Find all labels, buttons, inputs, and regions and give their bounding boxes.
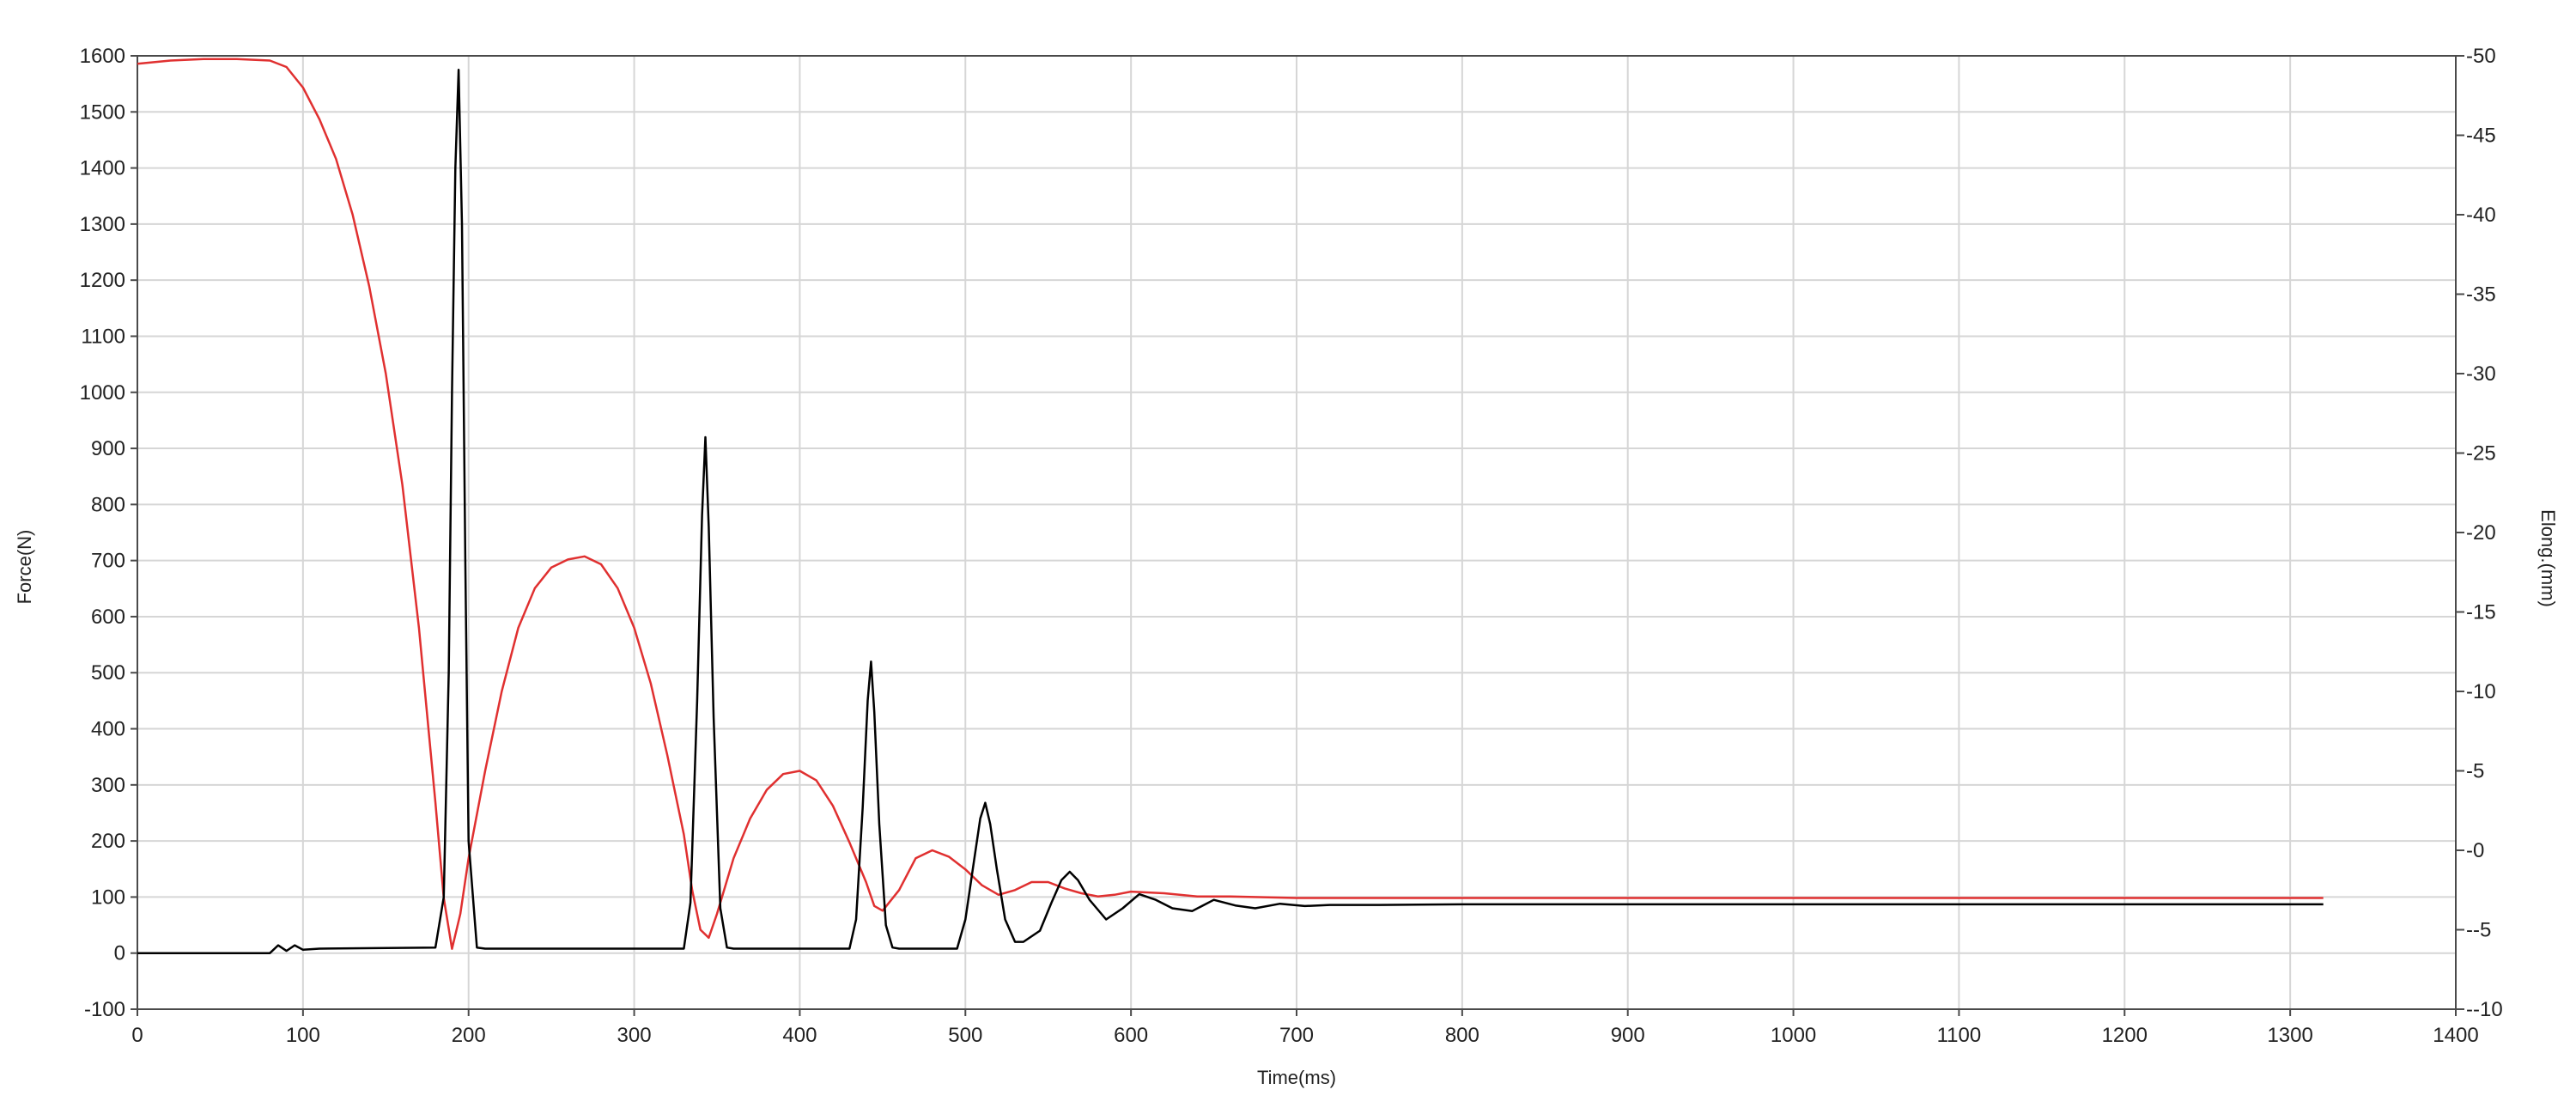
y-left-tick-label: 1200 — [80, 269, 125, 292]
y-right-axis-title: Elong.(mm) — [2537, 509, 2559, 607]
y-left-tick-label: -100 — [84, 998, 125, 1021]
y-left-tick-label: 200 — [91, 830, 125, 853]
y-left-tick-label: 500 — [91, 661, 125, 685]
x-tick-label: 500 — [948, 1024, 982, 1047]
x-tick-label: 1200 — [2102, 1024, 2148, 1047]
x-tick-label: 1300 — [2267, 1024, 2312, 1047]
y-left-tick-label: 0 — [114, 942, 125, 965]
y-left-tick-label: 300 — [91, 774, 125, 797]
x-axis-title: Time(ms) — [1257, 1067, 1336, 1088]
y-left-axis-title: Force(N) — [14, 530, 35, 605]
x-tick-label: 1000 — [1771, 1024, 1816, 1047]
y-left-tick-label: 1600 — [80, 45, 125, 68]
y-right-tick-label: -10 — [2466, 680, 2496, 703]
x-tick-label: 200 — [452, 1024, 486, 1047]
y-left-tick-label: 900 — [91, 437, 125, 460]
y-right-tick-label: -50 — [2466, 45, 2496, 68]
x-tick-label: 1100 — [1937, 1024, 1982, 1047]
y-left-tick-label: 800 — [91, 493, 125, 516]
y-left-tick-label: 700 — [91, 550, 125, 573]
force-elongation-chart: 0 100 200 300 400 500 600 700 800 900 1000 1100 1200… — [0, 0, 2576, 1116]
y-left-tick-label: 1300 — [80, 213, 125, 236]
x-tick-label: 800 — [1445, 1024, 1479, 1047]
y-left-tick-label: 1100 — [81, 325, 125, 348]
y-right-tick-label: -0 — [2466, 839, 2484, 862]
x-tick-label: 400 — [782, 1024, 817, 1047]
x-tick-label: 700 — [1279, 1024, 1314, 1047]
x-tick-label: 100 — [286, 1024, 320, 1047]
y-right-tick-label: -15 — [2466, 601, 2496, 624]
y-right-tick-label: -25 — [2466, 442, 2496, 466]
y-left-tick-label: 400 — [91, 718, 125, 741]
y-left-tick-label: 1400 — [80, 157, 125, 180]
x-tick-label: 900 — [1611, 1024, 1645, 1047]
y-right-tick-label: -5 — [2466, 760, 2484, 783]
y-left-tick-label: 600 — [91, 606, 125, 629]
x-tick-label: 0 — [131, 1024, 143, 1047]
y-left-tick-label: 1500 — [80, 100, 125, 124]
y-right-tick-label: -35 — [2466, 283, 2496, 307]
y-right-tick-label: -20 — [2466, 521, 2496, 545]
x-tick-label: 1400 — [2433, 1024, 2478, 1047]
y-left-tick-label: 100 — [91, 886, 125, 909]
y-right-tick-label: -45 — [2466, 125, 2496, 148]
x-tick-label: 300 — [617, 1024, 652, 1047]
x-tick-label: 600 — [1114, 1024, 1148, 1047]
y-right-tick-label: --5 — [2466, 919, 2491, 942]
chart-container: 0 100 200 300 400 500 600 700 800 900 1000 1100 1200… — [0, 0, 2576, 1116]
y-right-tick-label: -30 — [2466, 362, 2496, 386]
y-right-tick-label: -40 — [2466, 204, 2496, 227]
y-left-tick-label: 1000 — [80, 381, 125, 405]
y-right-tick-label: --10 — [2466, 998, 2503, 1021]
